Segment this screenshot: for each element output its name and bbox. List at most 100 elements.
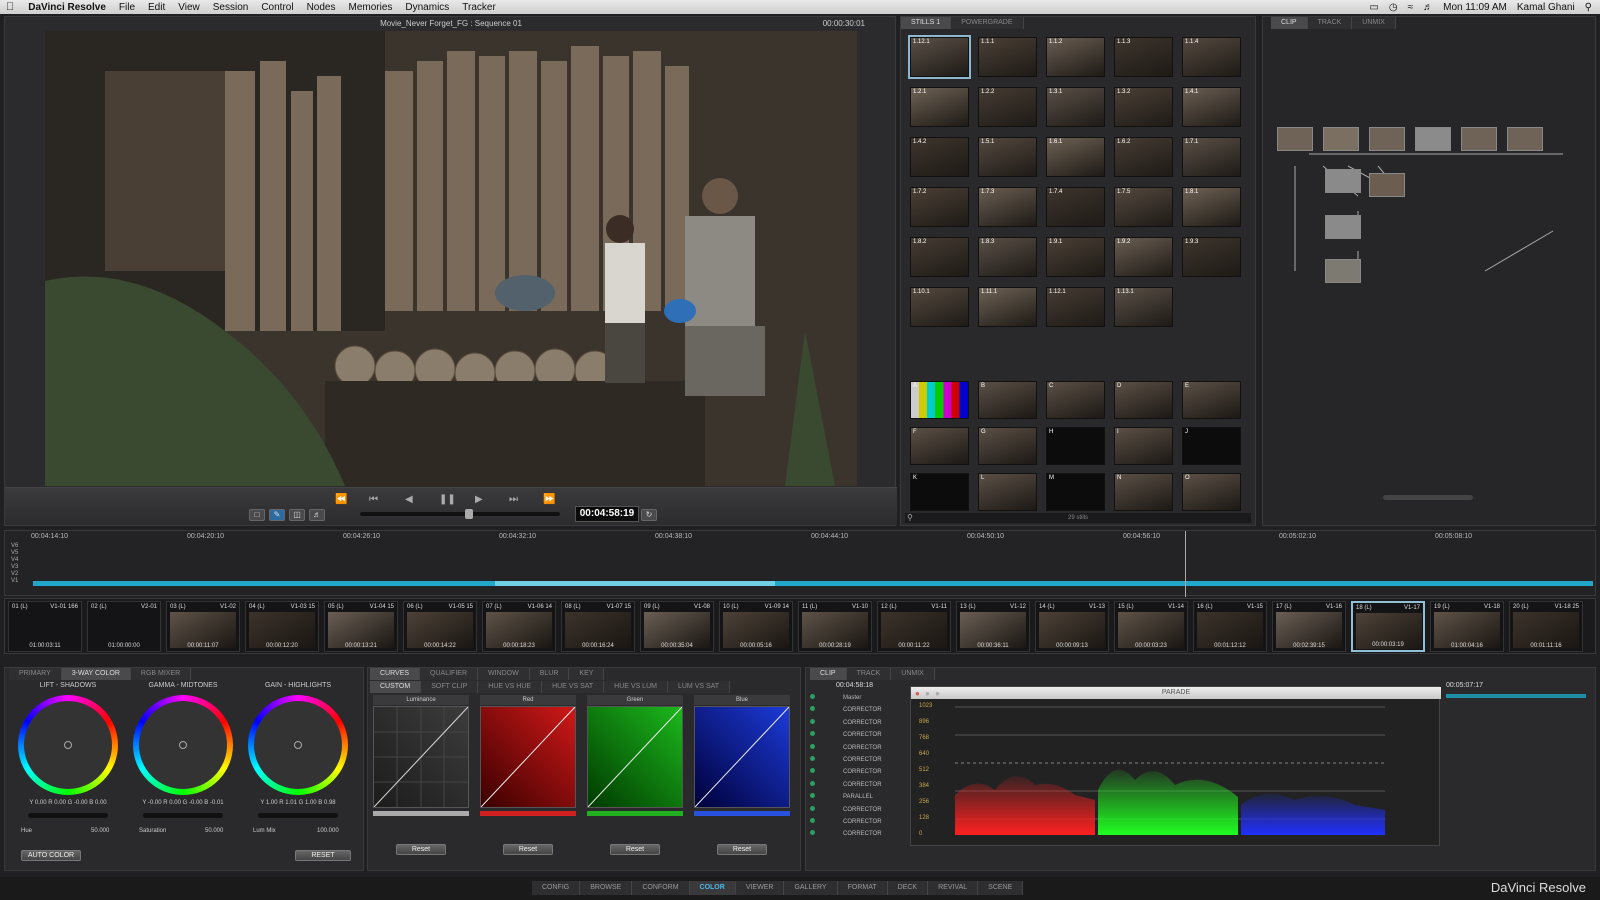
still-thumbnail[interactable]: 1.13.1 [1114, 287, 1173, 327]
memory-slot[interactable]: M [1046, 473, 1105, 511]
still-thumbnail[interactable]: 1.3.1 [1046, 87, 1105, 127]
graph-node[interactable] [1461, 127, 1497, 151]
layer-row[interactable]: PARALLEL [810, 793, 910, 800]
memory-slot[interactable]: C [1046, 381, 1105, 419]
scope-track-bar[interactable] [1446, 694, 1586, 698]
tab-key[interactable]: KEY [569, 668, 605, 680]
luminance-bar[interactable] [373, 811, 469, 816]
saturation-value[interactable]: 50.000 [205, 828, 223, 834]
clip-thumbnail[interactable]: 10 (L) V1-09 14 00:00:05:16 [719, 601, 793, 652]
still-thumbnail[interactable]: 1.1.4 [1182, 37, 1241, 77]
still-thumbnail[interactable]: 1.4.2 [910, 137, 969, 177]
clip-thumbnail[interactable]: 18 (L) V1-17 00:00:03:19 [1351, 601, 1425, 652]
layer-row[interactable]: CORRECTOR [810, 830, 910, 837]
tab-hue-vs-lum[interactable]: HUE VS LUM [604, 681, 668, 693]
still-thumbnail[interactable]: 1.1.3 [1114, 37, 1173, 77]
enabled-icon[interactable] [810, 731, 815, 737]
memory-slot[interactable]: F [910, 427, 969, 465]
enabled-icon[interactable] [810, 694, 815, 699]
clip-thumbnail[interactable]: 11 (L) V1-10 00:00:28:19 [798, 601, 872, 652]
memory-slot[interactable]: J [1182, 427, 1241, 465]
still-thumbnail[interactable]: 1.3.2 [1114, 87, 1173, 127]
page-tab[interactable]: FORMAT [837, 881, 888, 895]
still-thumbnail[interactable]: 1.2.1 [910, 87, 969, 127]
memory-slot[interactable]: E [1182, 381, 1241, 419]
red-bar[interactable] [480, 811, 576, 816]
timeline-v1-track-bar[interactable] [33, 581, 1593, 586]
menu-tracker[interactable]: Tracker [462, 2, 496, 13]
layer-row[interactable]: CORRECTOR [810, 818, 910, 825]
still-thumbnail[interactable]: 1.12.1 [908, 35, 971, 79]
graph-node[interactable] [1507, 127, 1543, 151]
enabled-icon[interactable] [810, 718, 815, 724]
viewer-mode-icon[interactable]: □ [249, 509, 265, 521]
hue-value[interactable]: 50.000 [91, 828, 109, 834]
menu-session[interactable]: Session [213, 2, 249, 13]
lift-wheel[interactable] [18, 695, 118, 795]
clip-thumbnail[interactable]: 19 (L) V1-18 01:00:04:16 [1430, 601, 1504, 652]
tab-rgb-mixer[interactable]: RGB MIXER [130, 668, 192, 680]
memory-slot[interactable]: B [978, 381, 1037, 419]
lift-wheel-handle[interactable] [64, 741, 72, 749]
search-icon[interactable]: ⚲ [907, 513, 913, 522]
memory-slot[interactable]: K [910, 473, 969, 511]
page-tab[interactable]: COLOR [689, 881, 736, 895]
tab-hue-vs-hue[interactable]: HUE VS HUE [478, 681, 543, 693]
memory-slot[interactable]: D [1114, 381, 1173, 419]
clip-thumbnail[interactable]: 04 (L) V1-03 15 00:00:12:20 [245, 601, 319, 652]
graph-node[interactable] [1277, 127, 1313, 151]
step-back-icon[interactable]: ⏮ [369, 494, 378, 505]
still-thumbnail[interactable]: 1.1.1 [978, 37, 1037, 77]
menu-nodes[interactable]: Nodes [307, 2, 336, 13]
enabled-icon[interactable] [810, 818, 815, 823]
page-tab[interactable]: VIEWER [735, 881, 785, 895]
page-tab[interactable]: SCENE [978, 881, 1024, 895]
play-icon[interactable]: ▶ [475, 494, 483, 505]
track-label[interactable]: V6 [11, 543, 18, 549]
green-curve[interactable] [587, 706, 683, 808]
tab-scope-clip[interactable]: CLIP [810, 668, 847, 680]
memory-slot[interactable]: O [1182, 473, 1241, 511]
track-label[interactable]: V4 [11, 557, 18, 563]
enabled-icon[interactable] [810, 706, 815, 712]
still-thumbnail[interactable]: 1.7.2 [910, 187, 969, 227]
still-thumbnail[interactable]: 1.11.1 [978, 287, 1037, 327]
apple-icon[interactable]:  [6, 1, 14, 13]
track-label[interactable]: V3 [11, 564, 18, 570]
layer-row[interactable]: Master [810, 694, 910, 701]
clip-thumbnail[interactable]: 20 (L) V1-18 25 00:01:11:16 [1509, 601, 1583, 652]
reset-red-button[interactable]: Reset [503, 844, 553, 855]
tab-custom[interactable]: CUSTOM [370, 681, 422, 693]
enabled-icon[interactable] [810, 743, 815, 749]
graph-node[interactable] [1323, 127, 1359, 151]
clip-thumbnail[interactable]: 15 (L) V1-14 00:00:03:23 [1114, 601, 1188, 652]
red-curve[interactable] [480, 706, 576, 808]
tab-lum-vs-sat[interactable]: LUM VS SAT [667, 681, 731, 693]
blue-curve[interactable] [694, 706, 790, 808]
gamma-master-slider[interactable] [143, 813, 223, 818]
enabled-icon[interactable] [810, 830, 815, 836]
menu-memories[interactable]: Memories [348, 2, 392, 13]
menu-clock[interactable]: Mon 11:09 AM [1443, 2, 1507, 13]
clip-thumbnail[interactable]: 09 (L) V1-08 00:00:35:04 [640, 601, 714, 652]
memory-slot[interactable]: L [978, 473, 1037, 511]
jog-slider-handle[interactable] [465, 509, 473, 519]
tab-scope-unmix[interactable]: UNMIX [891, 668, 935, 680]
menu-control[interactable]: Control [261, 2, 293, 13]
track-label[interactable]: V2 [11, 571, 18, 577]
layer-row[interactable]: CORRECTOR [810, 743, 910, 751]
tab-powergrade[interactable]: POWERGRADE [951, 17, 1024, 29]
luminance-curve[interactable] [373, 706, 469, 808]
memory-slot[interactable]: N [1114, 473, 1173, 511]
tab-soft-clip[interactable]: SOFT CLIP [421, 681, 479, 693]
clip-thumbnail[interactable]: 02 (L) V2-01 01:00:00:00 [87, 601, 161, 652]
clip-thumbnail[interactable]: 06 (L) V1-05 15 00:00:14:22 [403, 601, 477, 652]
layer-row[interactable]: CORRECTOR [810, 731, 910, 738]
still-thumbnail[interactable]: 1.6.1 [1046, 137, 1105, 177]
reset-green-button[interactable]: Reset [610, 844, 660, 855]
play-reverse-icon[interactable]: ◀ [405, 494, 413, 505]
menu-user[interactable]: Kamal Ghani [1517, 2, 1575, 13]
spotlight-icon[interactable]: ⚲ [1585, 2, 1592, 13]
still-thumbnail[interactable]: 1.9.1 [1046, 237, 1105, 277]
tab-stills-1[interactable]: STILLS 1 [901, 17, 952, 29]
